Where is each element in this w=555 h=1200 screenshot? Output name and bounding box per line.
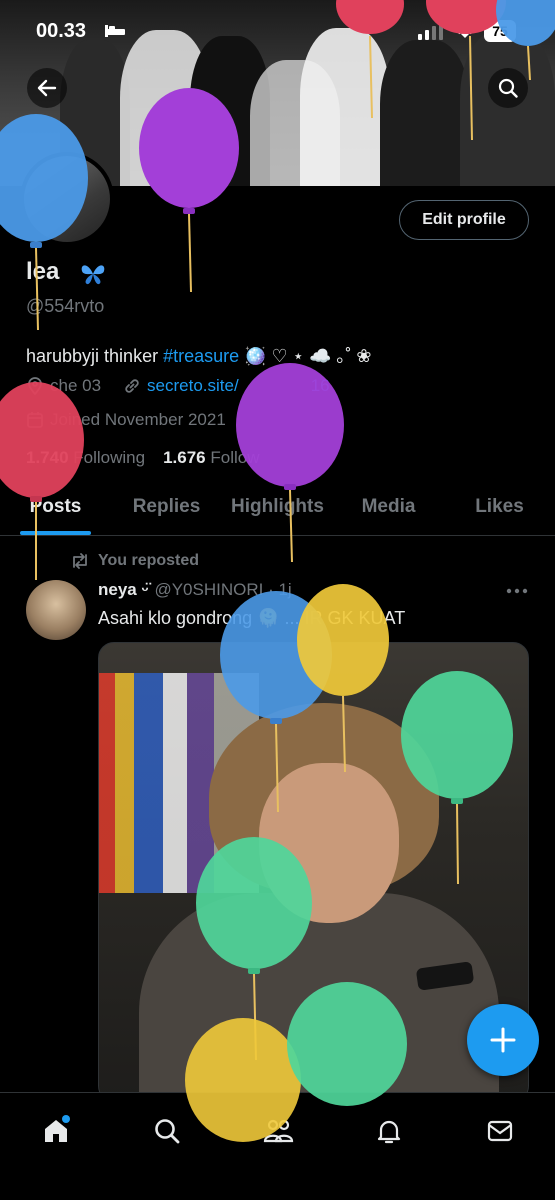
link-icon [125,379,139,393]
display-name: lea [26,258,60,285]
location-text: che 03 [50,376,102,395]
bed-icon [105,25,125,37]
search-button[interactable] [488,68,528,108]
nav-home[interactable] [34,1109,78,1153]
joined-date: Joined November 2021 [26,410,226,430]
followers-count: 1.676 [163,448,206,467]
bell-icon [377,1120,400,1144]
back-button[interactable] [27,68,67,108]
nav-messages[interactable] [478,1109,522,1153]
search-icon [498,78,518,98]
repost-label: You reposted [98,552,200,569]
bio-emoji: 🪩 ♡ ⋆ ☁️ ｡˚ ❀ [239,346,372,366]
nav-notifications[interactable] [367,1109,411,1153]
nav-communities[interactable] [256,1109,300,1153]
tab-highlights[interactable]: Highlights [222,486,333,535]
profile-link[interactable]: secreto.site/ [147,376,239,396]
joined-text: Joined November 2021 [50,410,226,429]
user-handle: @554rvto [26,296,105,316]
post-text: Asahi klo gondrong 🫠 ... IR GK KUAT [98,608,406,628]
location-pin-icon [28,377,42,395]
status-bar: 00.33 75 [0,0,555,64]
status-time: 00.33 [36,20,87,42]
following-stat[interactable]: 1.740 Following [26,448,145,468]
bottom-navigation [0,1092,555,1200]
wifi-icon [454,23,476,38]
nav-search[interactable] [145,1109,189,1153]
people-icon [263,1119,293,1143]
tab-media[interactable]: Media [333,486,444,535]
tab-replies[interactable]: Replies [111,486,222,535]
following-label: Following [73,448,146,467]
bio: harubbyji thinker #treasure 🪩 ♡ ⋆ ☁️ ｡˚ … [26,342,371,368]
profile-link-suffix[interactable]: 16 [311,376,330,396]
post-header: neya ᵕ̈ @Y0SHINORI · 1j [98,580,292,600]
followers-label: Follow [210,448,260,467]
profile-tabs: Posts Replies Highlights Media Likes [0,486,555,536]
butterfly-icon [81,265,105,285]
battery-indicator: 75 [484,20,516,42]
follow-stats: 1.740 Following 1.676 Follow [26,448,260,468]
edit-profile-button[interactable]: Edit profile [399,200,529,240]
repost-icon [73,553,87,569]
plus-icon [490,1027,516,1053]
profile-meta: che 03 secreto.site/ 16 [26,376,330,396]
post-author-handle[interactable]: @Y0SHINORI · 1j [154,580,291,600]
followers-stat[interactable]: 1.676 Follow [163,448,259,468]
more-dots-icon[interactable] [506,588,528,594]
home-notification-dot [61,1115,70,1123]
arrow-left-icon [37,79,57,97]
repost-indicator: You reposted [70,552,199,570]
avatar[interactable] [20,152,114,246]
compose-button[interactable] [467,1004,539,1076]
post-author-avatar[interactable] [26,580,86,640]
signal-icon [418,22,443,40]
tab-likes[interactable]: Likes [444,486,555,535]
tab-posts[interactable]: Posts [0,486,111,535]
bio-hashtag[interactable]: #treasure [163,346,239,366]
calendar-icon [27,412,43,428]
following-count: 1.740 [26,448,69,467]
bio-text: harubbyji thinker [26,346,164,366]
post-image[interactable] [98,642,529,1102]
mail-icon [487,1120,512,1142]
post-author-name[interactable]: neya ᵕ̈ [98,580,148,600]
search-icon [154,1119,179,1144]
